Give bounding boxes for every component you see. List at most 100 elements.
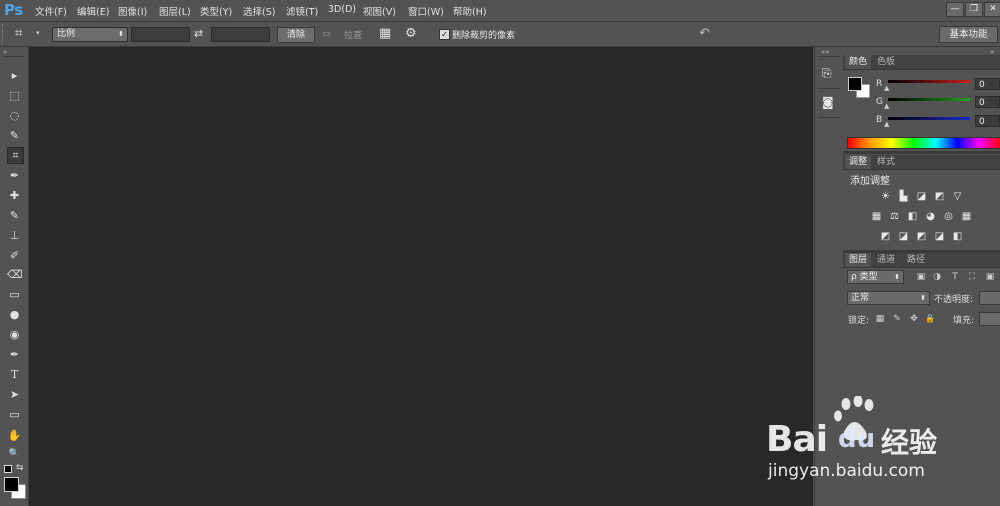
history-brush-tool-icon[interactable]: ✐	[7, 248, 22, 263]
expand-panels-icon[interactable]: ««	[821, 48, 830, 56]
exposure-icon[interactable]: ◩	[934, 192, 945, 202]
ratio-select[interactable]: 比例 ⬍	[52, 27, 128, 42]
hand-tool-icon[interactable]: ✋	[7, 428, 22, 443]
color-balance-icon[interactable]: ⚖	[889, 212, 900, 222]
channel-b-handle[interactable]: ▲	[884, 120, 889, 128]
pen-tool-icon[interactable]: ✒	[7, 347, 22, 362]
swap-icon[interactable]: ⇄	[194, 27, 203, 40]
close-button[interactable]: ✕	[984, 2, 1000, 17]
black-white-icon[interactable]: ◧	[907, 212, 918, 222]
brightness-contrast-icon[interactable]: ☀	[880, 192, 891, 202]
selective-color-icon[interactable]: ◧	[952, 232, 963, 242]
vibrance-icon[interactable]: ▽	[952, 192, 963, 202]
type-tool-icon[interactable]: T	[7, 367, 22, 382]
eraser-tool-icon[interactable]: ⌫	[7, 267, 23, 282]
healing-brush-tool-icon[interactable]: ✚	[7, 188, 22, 203]
menu-image[interactable]: 图像(I)	[118, 4, 147, 18]
reset-icon[interactable]: ↶	[699, 26, 710, 41]
collapse-tools-icon[interactable]: »	[3, 48, 7, 56]
workspace-button[interactable]: 基本功能	[939, 26, 998, 43]
quick-selection-tool-icon[interactable]: ✎	[7, 128, 22, 143]
tab-adjustments[interactable]: 调整	[845, 155, 872, 169]
adjustment-layer-filter-icon[interactable]: ◑	[932, 272, 942, 282]
move-tool-icon[interactable]: ▸	[7, 68, 22, 83]
brush-tool-icon[interactable]: ✎	[7, 208, 22, 223]
fill-input[interactable]	[979, 312, 1000, 326]
menu-select[interactable]: 选择(S)	[243, 4, 275, 18]
channel-g-handle[interactable]: ▲	[884, 102, 889, 110]
channel-r-handle[interactable]: ▲	[884, 84, 889, 92]
channel-r-slider[interactable]	[888, 80, 970, 83]
type-layer-filter-icon[interactable]: T	[950, 272, 960, 282]
width-input[interactable]	[131, 27, 190, 42]
menu-filter[interactable]: 滤镜(T)	[286, 4, 318, 18]
channel-b-value[interactable]: 0	[975, 115, 1000, 127]
height-input[interactable]	[211, 27, 270, 42]
zoom-tool-icon[interactable]: 🔍	[7, 447, 22, 462]
path-selection-tool-icon[interactable]: ➤	[7, 387, 22, 402]
color-lookup-icon[interactable]: ▦	[961, 212, 972, 222]
smart-object-filter-icon[interactable]: ▣	[985, 272, 995, 282]
menu-3d[interactable]: 3D(D)	[328, 4, 356, 15]
color-panel-foreground-swatch[interactable]	[848, 77, 862, 91]
invert-icon[interactable]: ◩	[880, 232, 891, 242]
blend-mode-select[interactable]: 正常 ⬍	[847, 291, 930, 305]
channel-b-slider[interactable]	[888, 117, 970, 120]
levels-icon[interactable]: ▙	[898, 192, 909, 202]
menu-window[interactable]: 窗口(W)	[408, 4, 444, 18]
gear-icon[interactable]: ⚙	[405, 26, 417, 41]
menu-layer[interactable]: 图层(L)	[159, 4, 191, 18]
threshold-icon[interactable]: ◩	[916, 232, 927, 242]
channel-r-value[interactable]: 0	[975, 78, 1000, 90]
menu-type[interactable]: 类型(Y)	[200, 4, 232, 18]
lock-transparency-icon[interactable]: ▦	[875, 314, 885, 324]
options-grip[interactable]	[2, 24, 6, 44]
crop-tool-icon[interactable]: ⌗	[7, 147, 24, 164]
rectangle-tool-icon[interactable]: ▭	[7, 407, 22, 422]
foreground-color-swatch[interactable]	[4, 477, 19, 492]
tab-styles[interactable]: 样式	[873, 155, 899, 169]
swap-colors-icon[interactable]: ⇆	[16, 463, 24, 473]
opacity-input[interactable]	[979, 291, 1000, 305]
color-spectrum-ramp[interactable]	[847, 137, 1000, 149]
tab-paths[interactable]: 路径	[903, 253, 929, 267]
tab-layers[interactable]: 图层	[845, 253, 872, 267]
lasso-tool-icon[interactable]: ◌	[7, 108, 22, 123]
channel-g-slider[interactable]	[888, 98, 970, 101]
delete-cropped-checkbox[interactable]: ✓	[439, 29, 450, 40]
tab-swatches[interactable]: 色板	[873, 55, 899, 69]
eyedropper-tool-icon[interactable]: ✒	[7, 168, 22, 183]
marquee-tool-icon[interactable]: ⬚	[7, 88, 22, 103]
gradient-map-icon[interactable]: ◪	[934, 232, 945, 242]
crop-tool-icon[interactable]: ⌗	[15, 26, 22, 41]
channel-g-value[interactable]: 0	[975, 96, 1000, 108]
properties-panel-icon[interactable]: ◙	[822, 95, 834, 109]
lock-pixels-icon[interactable]: ✎	[892, 314, 902, 324]
pixel-layer-filter-icon[interactable]: ▣	[916, 272, 926, 282]
tab-color[interactable]: 颜色	[845, 55, 872, 69]
minimize-button[interactable]: —	[946, 2, 964, 17]
menu-file[interactable]: 文件(F)	[35, 4, 67, 18]
hue-saturation-icon[interactable]: ▦	[871, 212, 882, 222]
shape-layer-filter-icon[interactable]: ⛶	[967, 272, 977, 282]
tool-preset-chevron-icon[interactable]: ▾	[36, 29, 40, 37]
straighten-label[interactable]: 拉直	[344, 28, 362, 41]
clone-stamp-tool-icon[interactable]: ⊥	[7, 228, 22, 243]
clear-button[interactable]: 清除	[277, 27, 315, 43]
curves-icon[interactable]: ◪	[916, 192, 927, 202]
lock-all-icon[interactable]: 🔒	[925, 314, 935, 324]
restore-button[interactable]: ❐	[965, 2, 983, 17]
gradient-tool-icon[interactable]: ▭	[7, 287, 22, 302]
photo-filter-icon[interactable]: ◕	[925, 212, 936, 222]
layer-filter-select[interactable]: ρ 类型 ⬍	[847, 270, 904, 284]
tab-channels[interactable]: 通道	[873, 253, 899, 267]
blur-tool-icon[interactable]: ●	[7, 307, 22, 322]
channel-mixer-icon[interactable]: ◎	[943, 212, 954, 222]
menu-view[interactable]: 视图(V)	[363, 4, 396, 18]
document-canvas-area[interactable]	[29, 47, 813, 506]
dodge-tool-icon[interactable]: ◉	[7, 327, 22, 342]
lock-position-icon[interactable]: ✥	[909, 314, 919, 324]
default-colors-icon[interactable]	[4, 465, 12, 473]
menu-help[interactable]: 帮助(H)	[453, 4, 487, 18]
menu-edit[interactable]: 编辑(E)	[77, 4, 109, 18]
